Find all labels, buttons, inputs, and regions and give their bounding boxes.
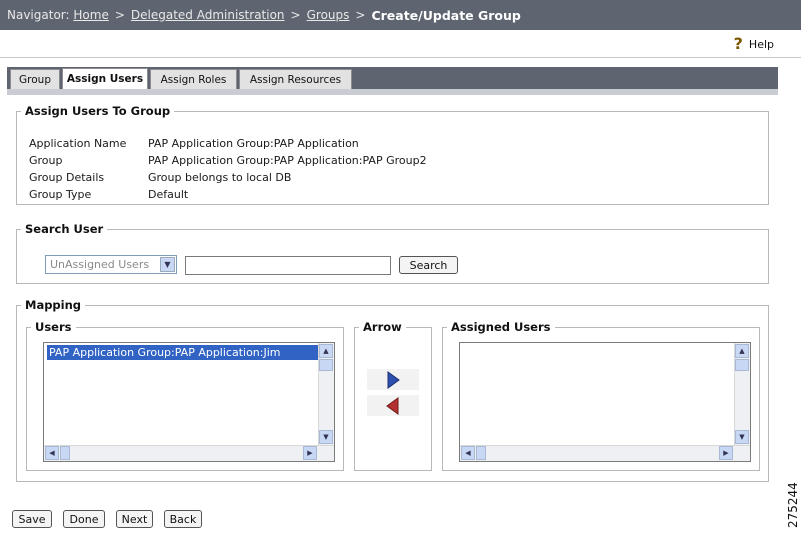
scroll-right-icon[interactable]: ▶ <box>303 446 317 460</box>
tab-group[interactable]: Group <box>10 69 60 89</box>
breadcrumb-separator: > <box>355 8 366 22</box>
scroll-thumb[interactable] <box>60 446 70 460</box>
user-filter-select[interactable]: UnAssigned Users ▼ <box>45 255 177 274</box>
search-input[interactable] <box>185 256 391 275</box>
breadcrumb-separator: > <box>290 8 301 22</box>
back-button[interactable]: Back <box>164 510 202 528</box>
right-arrow-icon <box>387 370 400 389</box>
group-label: Group <box>29 154 63 167</box>
tab-assign-users[interactable]: Assign Users <box>62 68 148 89</box>
breadcrumb-separator: > <box>114 8 125 22</box>
arrow-legend: Arrow <box>363 320 402 334</box>
done-button[interactable]: Done <box>63 510 105 528</box>
unassign-user-button[interactable] <box>367 395 419 416</box>
list-item[interactable]: PAP Application Group:PAP Application:Ji… <box>47 345 319 360</box>
scroll-down-icon[interactable]: ▼ <box>319 430 333 444</box>
help-question-icon: ? <box>733 34 743 53</box>
scroll-thumb[interactable] <box>476 446 486 460</box>
scroll-right-icon[interactable]: ▶ <box>719 446 733 460</box>
navigator-prefix: Navigator: <box>7 8 70 22</box>
group-type-value: Default <box>148 188 189 201</box>
user-filter-value: UnAssigned Users <box>50 258 150 271</box>
application-name-value: PAP Application Group:PAP Application <box>148 137 359 150</box>
assigned-horizontal-scrollbar[interactable]: ◀ ▶ <box>460 445 750 461</box>
assigned-vertical-scrollbar[interactable]: ▲ ▼ <box>734 343 750 445</box>
figure-number: 275244 <box>786 482 800 528</box>
assign-user-button[interactable] <box>367 369 419 390</box>
group-details-value: Group belongs to local DB <box>148 171 292 184</box>
next-button[interactable]: Next <box>116 510 153 528</box>
users-horizontal-scrollbar[interactable]: ◀ ▶ <box>44 445 334 461</box>
scroll-up-icon[interactable]: ▲ <box>319 344 333 358</box>
search-user-fieldset: Search User <box>16 222 769 284</box>
assign-users-legend: Assign Users To Group <box>25 104 171 118</box>
tab-assign-roles[interactable]: Assign Roles <box>150 69 237 89</box>
group-value: PAP Application Group:PAP Application:PA… <box>148 154 427 167</box>
tab-underline <box>7 89 778 95</box>
tab-assign-resources[interactable]: Assign Resources <box>239 69 352 89</box>
navigator-bar: Navigator: Home > Delegated Administrati… <box>0 0 801 30</box>
scroll-thumb[interactable] <box>319 359 333 371</box>
application-name-label: Application Name <box>29 137 127 150</box>
search-user-legend: Search User <box>25 222 104 236</box>
group-details-label: Group Details <box>29 171 105 184</box>
chevron-down-icon[interactable]: ▼ <box>160 257 175 272</box>
assigned-users-listbox[interactable]: ▲ ▼ ◀ ▶ <box>459 342 751 462</box>
assigned-users-legend: Assigned Users <box>451 320 551 334</box>
page-title: Create/Update Group <box>371 7 521 23</box>
scroll-thumb[interactable] <box>735 359 749 371</box>
scroll-down-icon[interactable]: ▼ <box>735 430 749 444</box>
scroll-left-icon[interactable]: ◀ <box>45 446 59 460</box>
save-button[interactable]: Save <box>12 510 52 528</box>
users-listbox[interactable]: PAP Application Group:PAP Application:Ji… <box>43 342 335 462</box>
help-label: Help <box>748 37 774 51</box>
scroll-up-icon[interactable]: ▲ <box>735 344 749 358</box>
breadcrumb-delegated-administration[interactable]: Delegated Administration <box>131 8 285 22</box>
help-link[interactable]: ? Help <box>733 34 774 53</box>
users-vertical-scrollbar[interactable]: ▲ ▼ <box>318 343 334 445</box>
help-bar: ? Help <box>0 30 801 58</box>
tab-strip: Group Assign Users Assign Roles Assign R… <box>7 67 778 89</box>
breadcrumb-home[interactable]: Home <box>73 8 108 22</box>
mapping-legend: Mapping <box>25 298 82 312</box>
group-type-label: Group Type <box>29 188 92 201</box>
scroll-left-icon[interactable]: ◀ <box>461 446 475 460</box>
left-arrow-icon <box>386 396 399 415</box>
breadcrumb-groups[interactable]: Groups <box>307 8 350 22</box>
search-button[interactable]: Search <box>399 256 458 274</box>
users-legend: Users <box>35 320 72 334</box>
